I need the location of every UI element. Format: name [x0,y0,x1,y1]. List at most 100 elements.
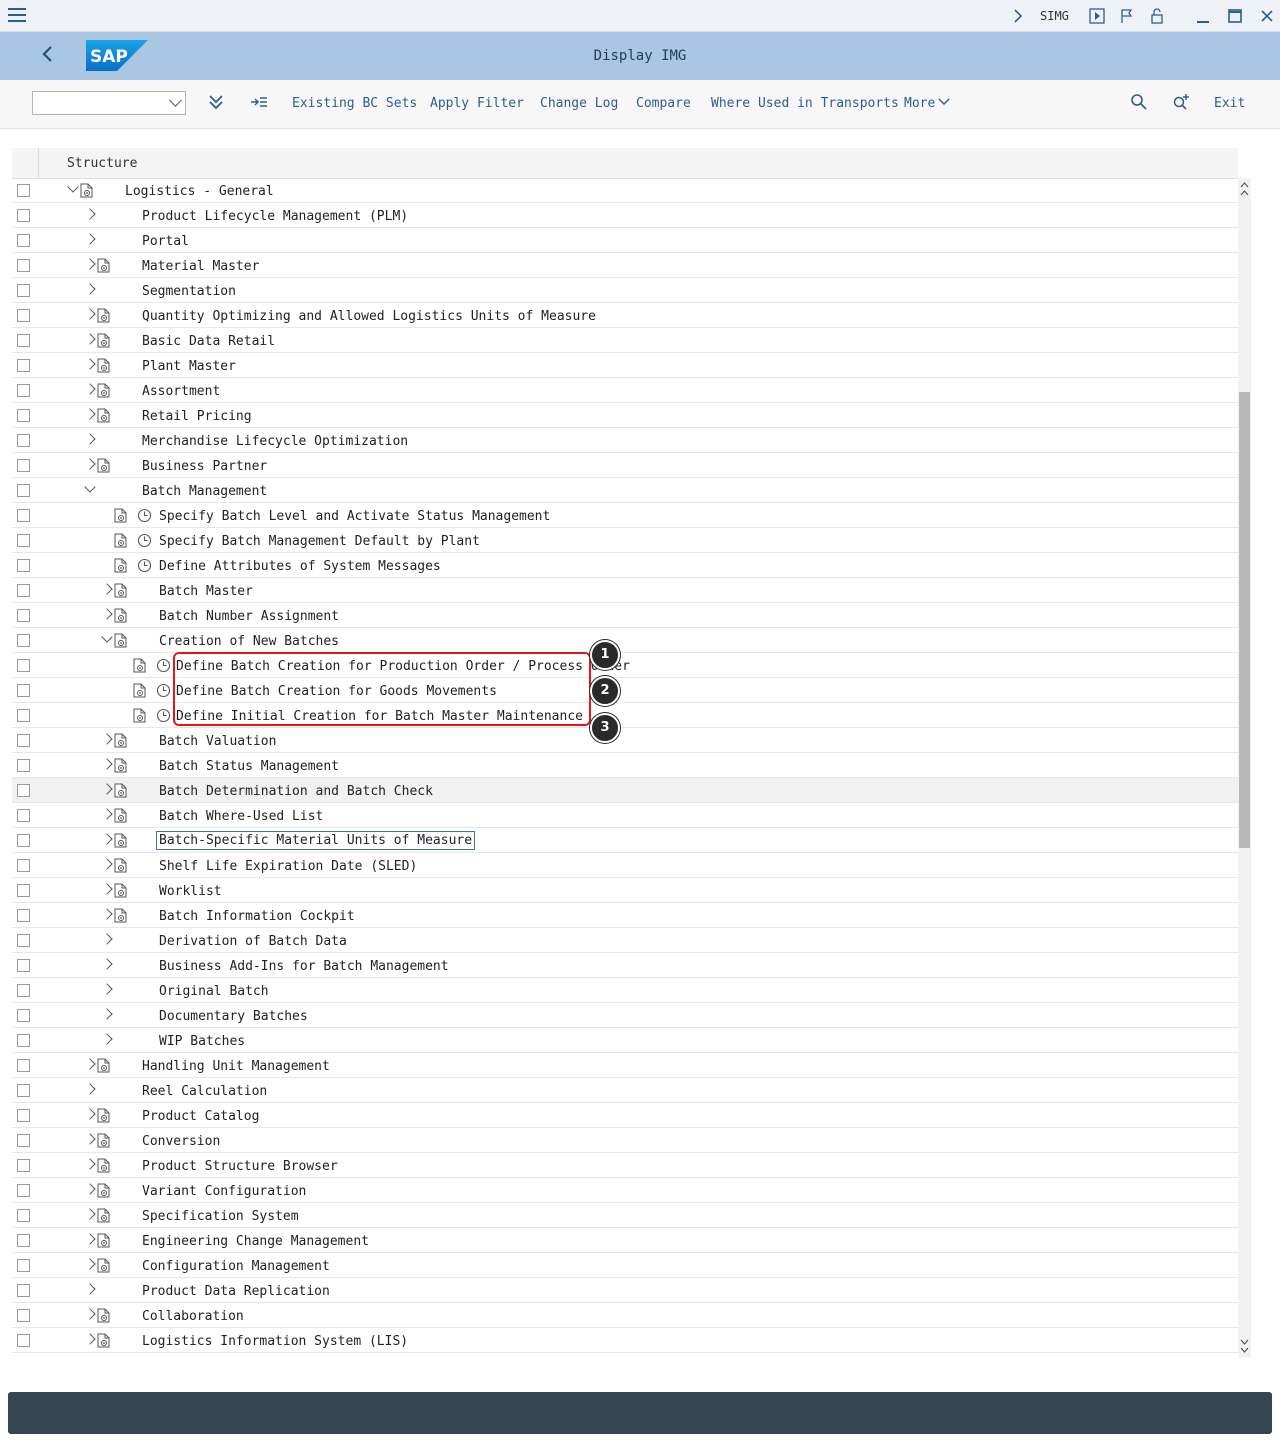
tree-node-label[interactable]: Product Lifecycle Management (PLM) [142,209,408,224]
tree-row[interactable]: Product Lifecycle Management (PLM) [12,203,1238,228]
img-documentation-icon[interactable] [96,1258,111,1273]
img-documentation-icon[interactable] [96,358,111,373]
tree-node-label[interactable]: Shelf Life Expiration Date (SLED) [159,859,417,874]
tree-row[interactable]: Business Add-Ins for Batch Management [12,953,1238,978]
tree-node-label[interactable]: Material Master [142,259,259,274]
row-checkbox[interactable] [17,909,30,922]
tree-row[interactable]: Specification System [12,1203,1238,1228]
expand-chevron-icon[interactable] [84,1308,96,1320]
expand-chevron-icon[interactable] [84,1233,96,1245]
img-documentation-icon[interactable] [96,1133,111,1148]
tree-node-label[interactable]: Segmentation [142,284,236,299]
img-documentation-icon[interactable] [132,658,147,673]
tree-row[interactable]: Product Catalog [12,1103,1238,1128]
row-checkbox[interactable] [17,984,30,997]
expand-chevron-icon[interactable] [101,958,113,970]
activity-clock-icon[interactable] [137,558,152,573]
variant-dropdown[interactable] [32,91,186,115]
row-checkbox[interactable] [17,459,30,472]
scroll-down-icon[interactable] [1240,1338,1249,1357]
minimize-icon[interactable] [1193,6,1213,26]
row-checkbox[interactable] [17,934,30,947]
tree-row[interactable]: Conversion [12,1128,1238,1153]
row-checkbox[interactable] [17,434,30,447]
img-documentation-icon[interactable] [96,333,111,348]
expand-chevron-icon[interactable] [101,1033,113,1045]
row-checkbox[interactable] [17,1034,30,1047]
expand-chevron-icon[interactable] [84,1158,96,1170]
flag-icon[interactable] [1117,6,1137,26]
row-checkbox[interactable] [17,1059,30,1072]
tree-node-label[interactable]: Derivation of Batch Data [159,934,347,949]
tree-row[interactable]: Batch Determination and Batch Check [12,778,1238,803]
expand-chevron-icon[interactable] [84,308,96,320]
expand-chevron-icon[interactable] [84,333,96,345]
img-documentation-icon[interactable] [96,1108,111,1123]
row-checkbox[interactable] [17,534,30,547]
tree-node-label[interactable]: Specification System [142,1209,299,1224]
img-documentation-icon[interactable] [113,758,128,773]
row-checkbox[interactable] [17,484,30,497]
tree-node-label[interactable]: Engineering Change Management [142,1234,369,1249]
row-checkbox[interactable] [17,1184,30,1197]
tree-row[interactable]: Worklist [12,878,1238,903]
tree-row[interactable]: Product Structure Browser [12,1153,1238,1178]
tree-node-label[interactable]: Configuration Management [142,1259,330,1274]
tree-row[interactable]: Batch Number Assignment [12,603,1238,628]
row-checkbox[interactable] [17,209,30,222]
tree-row[interactable]: Specify Batch Management Default by Plan… [12,528,1238,553]
expand-chevron-icon[interactable] [84,1208,96,1220]
tree-node-label[interactable]: Batch Where-Used List [159,809,323,824]
tree-node-label[interactable]: Batch Number Assignment [159,609,339,624]
search-icon[interactable] [1130,93,1148,115]
img-documentation-icon[interactable] [96,308,111,323]
change-log-button[interactable]: Change Log [540,96,618,111]
row-checkbox[interactable] [17,409,30,422]
tree-node-label[interactable]: Logistics Information System (LIS) [142,1334,408,1349]
row-checkbox[interactable] [17,384,30,397]
activity-clock-icon[interactable] [156,658,171,673]
tree-node-label[interactable]: Merchandise Lifecycle Optimization [142,434,408,449]
tree-node-label[interactable]: Batch Determination and Batch Check [159,784,433,799]
expand-chevron-icon[interactable] [84,283,96,295]
expand-chevron-icon[interactable] [101,583,113,595]
row-checkbox[interactable] [17,1109,30,1122]
tree-node-label[interactable]: Batch Information Cockpit [159,909,355,924]
img-documentation-icon[interactable] [96,1233,111,1248]
img-documentation-icon[interactable] [96,1308,111,1323]
close-icon[interactable] [1257,6,1277,26]
tree-row[interactable]: Material Master [12,253,1238,278]
tree-node-label[interactable]: Specify Batch Level and Activate Status … [159,509,550,524]
existing-bc-sets-button[interactable]: Existing BC Sets [292,96,417,111]
find-next-icon[interactable] [1172,93,1190,115]
expand-chevron-icon[interactable] [84,1258,96,1270]
img-documentation-icon[interactable] [113,858,128,873]
tree-node-label[interactable]: Batch Management [142,484,267,499]
row-checkbox[interactable] [17,584,30,597]
tree-row[interactable]: Configuration Management [12,1253,1238,1278]
tree-row[interactable]: Logistics - General [12,178,1238,203]
img-documentation-icon[interactable] [113,808,128,823]
tree-node-label[interactable]: Batch Status Management [159,759,339,774]
expand-chevron-icon[interactable] [101,758,113,770]
apply-filter-button[interactable]: Apply Filter [430,96,524,111]
tree-node-label[interactable]: Batch-Specific Material Units of Measure [155,831,476,850]
row-checkbox[interactable] [17,684,30,697]
maximize-icon[interactable] [1225,6,1245,26]
tree-row[interactable]: Batch Information Cockpit [12,903,1238,928]
row-checkbox[interactable] [17,834,30,847]
activity-clock-icon[interactable] [156,683,171,698]
tree-node-label[interactable]: Quantity Optimizing and Allowed Logistic… [142,309,596,324]
expand-chevron-icon[interactable] [84,358,96,370]
tree-node-label[interactable]: Variant Configuration [142,1184,306,1199]
expand-chevron-icon[interactable] [101,608,113,620]
tree-row[interactable]: Retail Pricing [12,403,1238,428]
tree-row[interactable]: Segmentation [12,278,1238,303]
tree-row[interactable]: Batch Valuation [12,728,1238,753]
tree-node-label[interactable]: Worklist [159,884,222,899]
tree-node-label[interactable]: WIP Batches [159,1034,245,1049]
row-checkbox[interactable] [17,309,30,322]
tree-node-label[interactable]: Collaboration [142,1309,244,1324]
tree-row[interactable]: Creation of New Batches [12,628,1238,653]
tree-row[interactable]: Shelf Life Expiration Date (SLED) [12,853,1238,878]
